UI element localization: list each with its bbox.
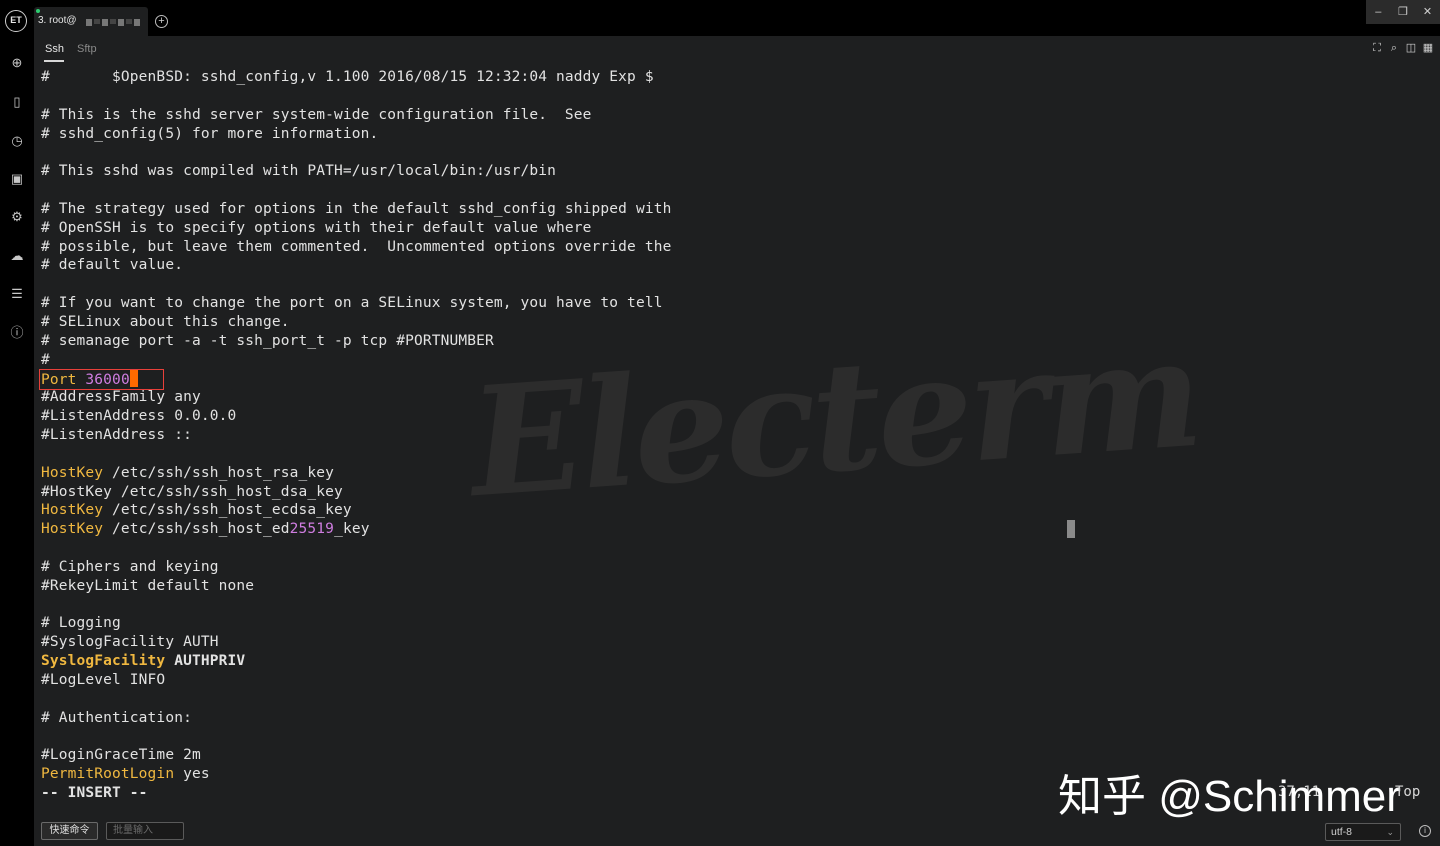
terminal-line: #AddressFamily any [41,389,201,406]
comment-block: # $OpenBSD: sshd_config,v 1.100 2016/08/… [41,68,1421,370]
hostkey-keyword: HostKey [41,464,104,481]
terminal-line: # Ciphers and keying [41,558,219,575]
terminal-line: # If you want to change the port on a SE… [41,295,663,312]
info-icon[interactable]: ⓘ [9,325,25,341]
terminal-line: # default value. [41,257,184,274]
syslog-keyword: SyslogFacility [41,653,166,670]
terminal-line: # Logging [41,615,121,632]
terminal-line: #ListenAddress 0.0.0.0 [41,408,237,425]
hostkey-path: /etc/ssh/ssh_host_rsa_key [103,464,335,481]
syslog-line: SyslogFacility AUTHPRIV [41,652,1421,671]
scroll-position: Top [1395,784,1421,800]
tab-sftp[interactable]: Sftp [77,43,97,55]
terminal-line: # This sshd was compiled with PATH=/usr/… [41,163,557,180]
quick-command-button[interactable]: 快速命令 [41,822,98,840]
close-button[interactable]: ✕ [1415,0,1440,24]
terminal-line: #SyslogFacility AUTH [41,634,219,651]
add-circle-icon[interactable]: ⊕ [9,55,25,71]
hostkey-keyword: HostKey [41,502,104,519]
batch-input-field[interactable]: 批量输入 [106,822,184,840]
bookmark-icon[interactable]: ▯ [9,94,25,110]
info-icon[interactable]: i [1419,825,1431,837]
hostkey-rsa-line: HostKey /etc/ssh/ssh_host_rsa_key [41,464,1421,483]
port-line: Port 36000 [41,369,1421,389]
chevron-down-icon: ⌄ [1386,827,1394,837]
session-subtabs: Ssh Sftp ⛶ ⌕ ◫ ▦ [34,36,1440,66]
history-icon[interactable]: ◷ [9,133,25,149]
terminal-line: #LogLevel INFO [41,672,166,688]
listen-block: #AddressFamily any #ListenAddress 0.0.0.0… [41,388,1421,463]
terminal-output[interactable]: # $OpenBSD: sshd_config,v 1.100 2016/08/… [41,68,1421,808]
minimize-button[interactable]: – [1366,0,1391,24]
hostkey-keyword: HostKey [41,521,104,538]
split-horizontal-icon[interactable]: ◫ [1405,42,1417,54]
zhihu-watermark: 知乎 @Schimmer [1058,772,1401,821]
plus-circle-icon[interactable]: + [155,15,168,28]
hostkey-path: /etc/ssh/ssh_host_ecdsa_key [103,502,352,519]
hostkey-dsa-line: #HostKey /etc/ssh/ssh_host_dsa_key [41,483,343,500]
port-highlight-box [39,369,164,390]
restore-button[interactable]: ❐ [1391,0,1416,24]
redacted-host [86,17,146,27]
encoding-value: utf-8 [1331,826,1353,838]
permit-value: yes [174,766,210,783]
terminal-line: # This is the sshd server system-wide co… [41,106,592,123]
tab-ssh[interactable]: Ssh [45,43,64,55]
cipher-logging-block: # Ciphers and keying #RekeyLimit default … [41,539,1421,652]
encoding-select[interactable]: utf-8 ⌄ [1325,823,1401,841]
hostkey-path: /etc/ssh/ssh_host_ed [103,521,290,538]
window-controls: – ❐ ✕ [1366,0,1440,24]
terminal-line: # SELinux about this change. [41,313,290,330]
hostkey-path-suffix: _key [334,521,370,538]
terminal-line: #RekeyLimit default none [41,577,255,594]
image-icon[interactable]: ▣ [9,171,25,187]
terminal-line: # semanage port -a -t ssh_port_t -p tcp … [41,332,494,349]
title-bar: ET 3. root@ + – ❐ ✕ [0,0,1440,36]
hostkey-ed-line: HostKey /etc/ssh/ssh_host_ed25519_key [41,520,1421,539]
terminal-line: # [41,351,50,368]
terminal-tab[interactable]: 3. root@ [34,7,148,36]
split-grid-icon[interactable]: ▦ [1422,42,1434,54]
permit-keyword: PermitRootLogin [41,766,175,783]
terminal-line: # Authentication: [41,709,192,726]
list-icon[interactable]: ☰ [9,286,25,302]
connection-status-dot [36,9,40,13]
gear-icon[interactable]: ⚙ [9,209,25,225]
app-logo[interactable]: ET [5,10,27,32]
terminal-line: # $OpenBSD: sshd_config,v 1.100 2016/08/… [41,69,654,85]
fullscreen-icon[interactable]: ⛶ [1371,42,1383,54]
syslog-value: AUTHPRIV [165,653,246,670]
tab-label: 3. root@ [38,15,77,26]
active-tab-indicator [44,60,64,62]
terminal-line: #ListenAddress :: [41,427,192,444]
hostkey-ecdsa-line: HostKey /etc/ssh/ssh_host_ecdsa_key [41,501,1421,520]
search-icon[interactable]: ⌕ [1388,42,1400,54]
terminal-line: # The strategy used for options in the d… [41,200,672,217]
sidebar: ⊕ ▯ ◷ ▣ ⚙ ☁ ☰ ⓘ [0,36,34,846]
scrollbar-handle[interactable] [1067,520,1075,538]
terminal-line: # possible, but leave them commented. Un… [41,238,672,255]
terminal-line: # OpenSSH is to specify options with the… [41,219,592,236]
hostkey-number: 25519 [289,521,335,538]
terminal-toolbar: ⛶ ⌕ ◫ ▦ [1371,42,1434,54]
cloud-sync-icon[interactable]: ☁ [9,248,25,264]
auth-block: #LogLevel INFO # Authentication: #LoginGra… [41,671,1421,765]
terminal-line: # sshd_config(5) for more information. [41,125,379,142]
